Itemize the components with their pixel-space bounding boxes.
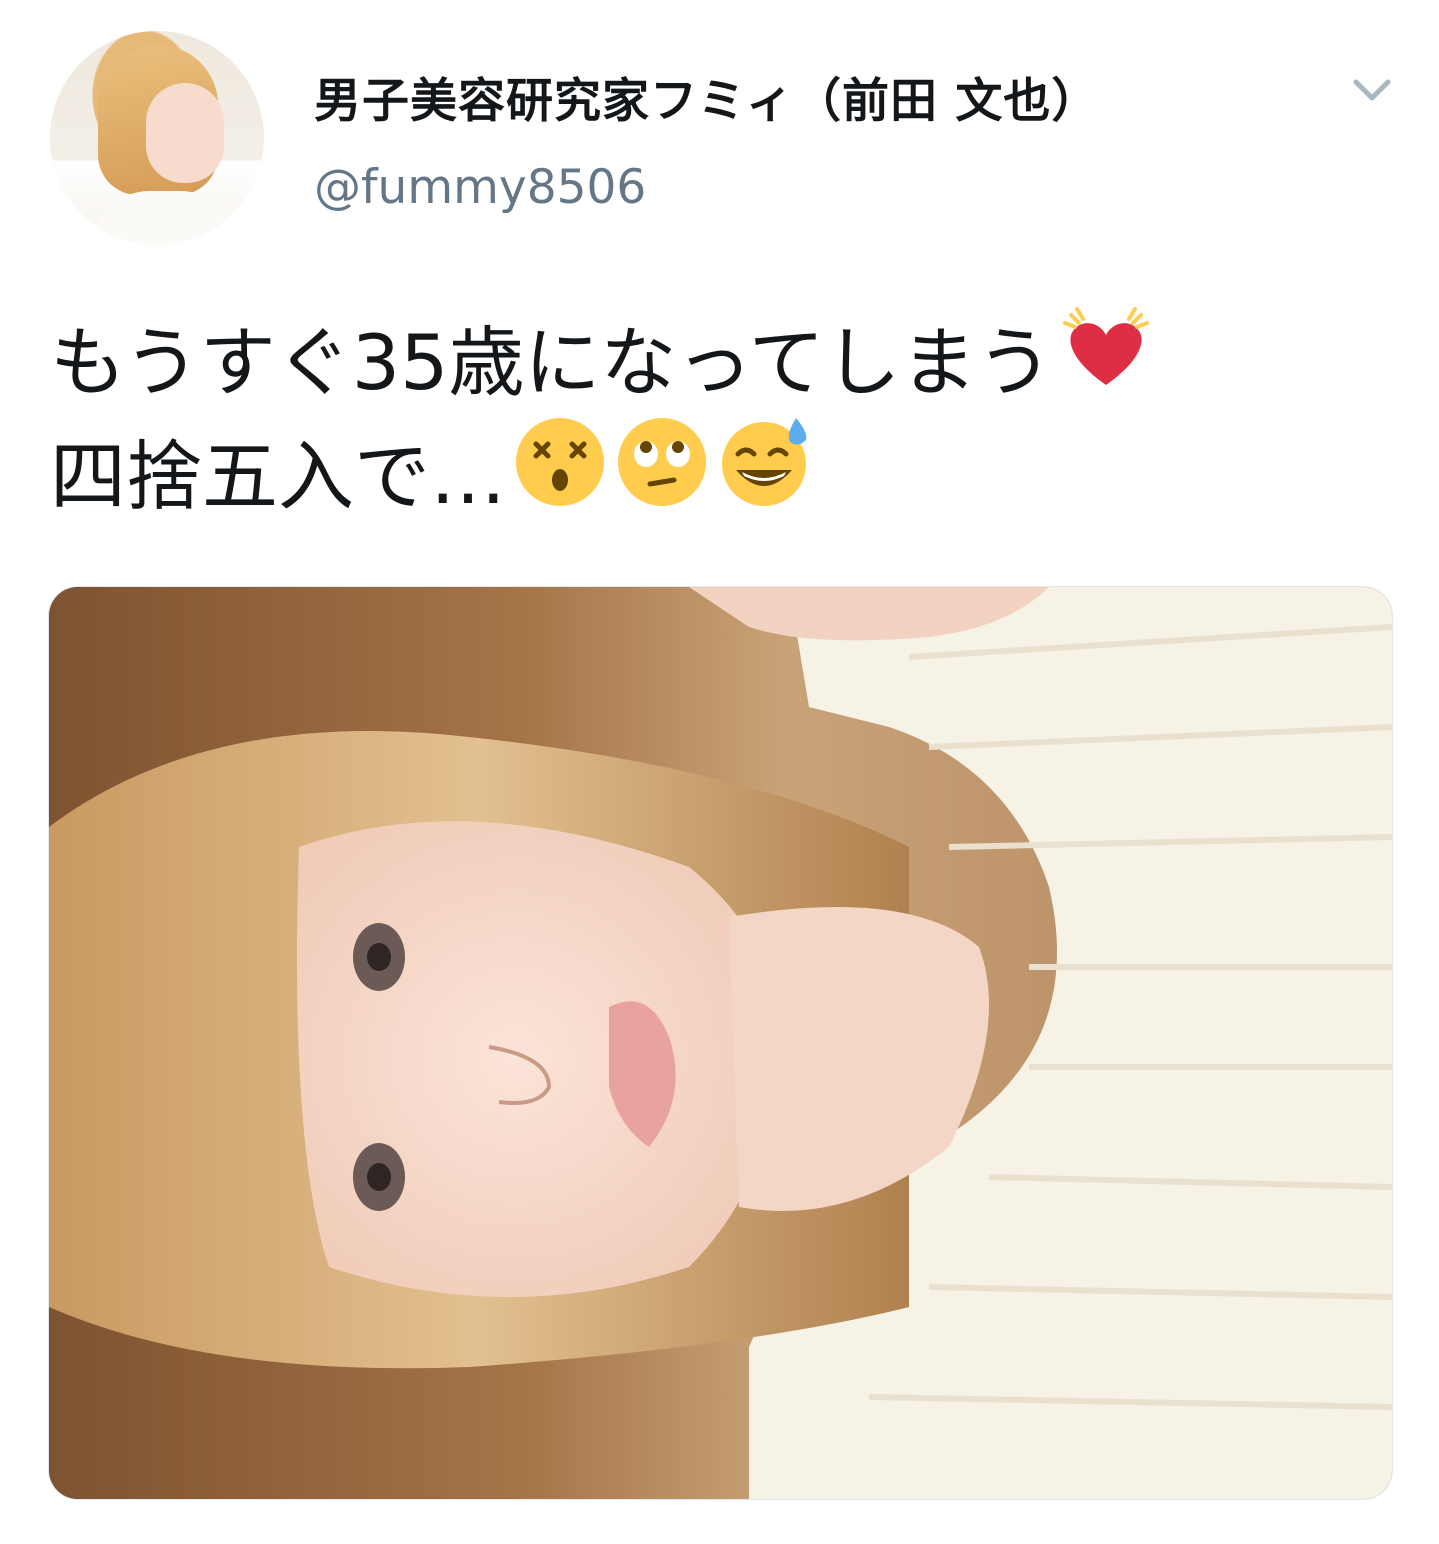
grinning-face-with-sweat-icon [716, 414, 812, 541]
tweet: 男子美容研究家フミィ（前田 文也） @fummy8506 もうすぐ35歳になって… [0, 0, 1439, 1544]
tweet-line-1-text: もうすぐ35歳になってしまう [50, 318, 1053, 407]
tweet-photo[interactable] [48, 586, 1393, 1500]
avatar[interactable] [50, 31, 264, 245]
avatar-face [146, 83, 224, 183]
beating-heart-icon [1059, 303, 1153, 424]
tweet-line-2: 四捨五入で… [50, 417, 1390, 534]
face-with-rolling-eyes-icon [614, 414, 710, 541]
tweet-line-1: もうすぐ35歳になってしまう [50, 306, 1390, 420]
tweet-line-2-text: 四捨五入で… [50, 432, 506, 521]
chevron-down-icon[interactable] [1350, 72, 1394, 108]
user-handle[interactable]: @fummy8506 [314, 160, 646, 215]
tweet-text: もうすぐ35歳になってしまう 四捨五入で… [50, 306, 1390, 534]
dizzy-face-icon [512, 414, 608, 541]
avatar-shirt [90, 191, 240, 245]
display-name[interactable]: 男子美容研究家フミィ（前田 文也） [314, 62, 1099, 131]
